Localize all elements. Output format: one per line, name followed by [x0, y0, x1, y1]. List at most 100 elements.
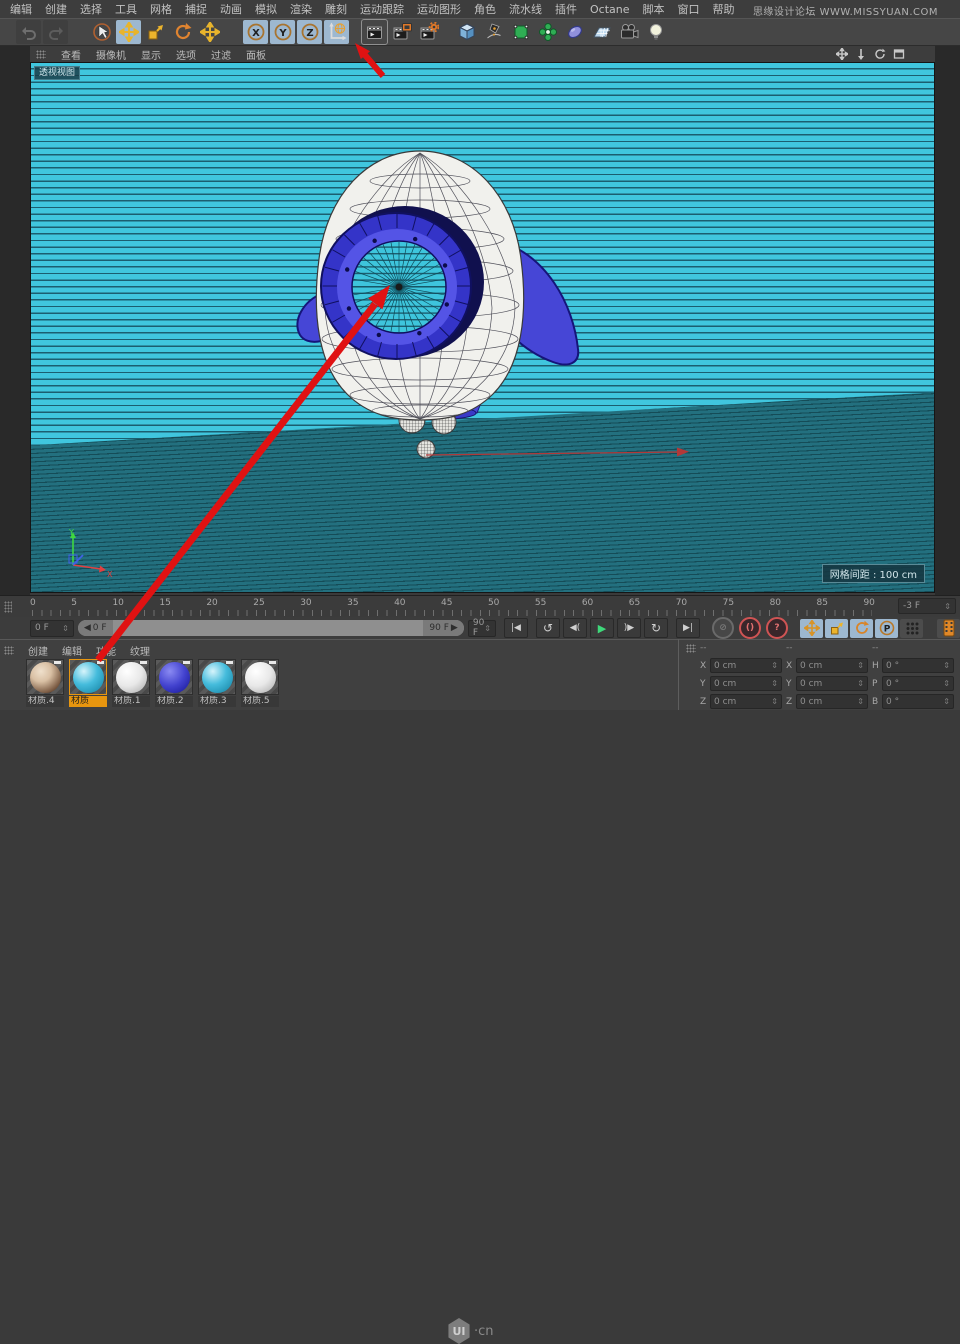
viewport-zoom-icon[interactable] — [855, 48, 867, 60]
subdivision-surface-button[interactable] — [508, 20, 533, 44]
render-view-button[interactable] — [362, 20, 387, 44]
position-y-field[interactable]: Y0 cm⇕ — [700, 676, 782, 691]
mat-menu-texture[interactable]: 纹理 — [130, 643, 150, 658]
menu-tools[interactable]: 工具 — [115, 1, 137, 17]
stepper-icon[interactable]: ⇕ — [943, 661, 950, 670]
size-y-field[interactable]: Y0 cm⇕ — [786, 676, 868, 691]
stepper-icon[interactable]: ⇕ — [771, 697, 778, 706]
material-item[interactable]: 材质.3 — [198, 659, 238, 707]
z-axis-lock[interactable]: Z — [297, 20, 322, 44]
menu-plugins[interactable]: 插件 — [555, 1, 577, 17]
goto-start-button[interactable]: |◀ — [504, 618, 528, 638]
vp-menu-cameras[interactable]: 摄像机 — [96, 47, 126, 62]
play-button[interactable]: ▶ — [590, 618, 614, 638]
material-item-selected[interactable]: 材质 — [69, 659, 109, 707]
menu-window[interactable]: 窗口 — [678, 1, 700, 17]
viewport-rotate-icon[interactable] — [874, 48, 886, 60]
size-z-field[interactable]: Z0 cm⇕ — [786, 694, 868, 709]
material-item[interactable]: 材质.5 — [241, 659, 281, 707]
add-camera-button[interactable] — [616, 20, 641, 44]
stepper-icon[interactable]: ⇕ — [944, 602, 951, 611]
stepper-icon[interactable]: ⇕ — [857, 679, 864, 688]
material-name[interactable]: 材质 — [69, 696, 107, 707]
rotation-p-field[interactable]: P0 °⇕ — [872, 676, 954, 691]
mat-menu-edit[interactable]: 编辑 — [62, 643, 82, 658]
menu-character[interactable]: 角色 — [474, 1, 496, 17]
material-name[interactable]: 材质.5 — [241, 696, 279, 707]
stepper-icon[interactable]: ⇕ — [943, 697, 950, 706]
menu-help[interactable]: 帮助 — [713, 1, 735, 17]
vp-menu-display[interactable]: 显示 — [141, 47, 161, 62]
render-settings-button[interactable] — [416, 20, 441, 44]
play-backwards-loop-button[interactable]: ↺ — [536, 618, 560, 638]
panel-grip-icon[interactable] — [686, 644, 696, 653]
viewport-pan-icon[interactable] — [836, 48, 848, 60]
add-light-button[interactable] — [643, 20, 668, 44]
live-selection-tool[interactable] — [89, 20, 114, 44]
position-x-field[interactable]: X0 cm⇕ — [700, 658, 782, 673]
goto-end-button[interactable]: ▶| — [676, 618, 700, 638]
add-floor-button[interactable] — [589, 20, 614, 44]
vp-menu-panel[interactable]: 面板 — [246, 47, 266, 62]
undo-button[interactable] — [16, 20, 41, 44]
key-rotation-toggle[interactable] — [850, 619, 873, 638]
menu-edit[interactable]: 编辑 — [10, 1, 32, 17]
range-end-grip[interactable]: 90 F▶ — [423, 620, 463, 636]
timeline-window-button[interactable] — [937, 619, 960, 638]
key-scale-toggle[interactable] — [825, 619, 848, 638]
move-tool[interactable] — [116, 20, 141, 44]
key-position-toggle[interactable] — [800, 619, 823, 638]
menu-simulate[interactable]: 模拟 — [255, 1, 277, 17]
mat-menu-function[interactable]: 功能 — [96, 643, 116, 658]
rotation-h-field[interactable]: H0 °⇕ — [872, 658, 954, 673]
last-tool-used[interactable] — [197, 20, 222, 44]
range-start-grip[interactable]: ◀0 F — [78, 620, 113, 636]
scale-tool[interactable] — [143, 20, 168, 44]
material-name[interactable]: 材质.3 — [198, 696, 236, 707]
array-generator-button[interactable] — [535, 20, 560, 44]
material-name[interactable]: 材质.2 — [155, 696, 193, 707]
stepper-icon[interactable]: ⇕ — [857, 661, 864, 670]
stepper-icon[interactable]: ⇕ — [62, 624, 69, 633]
preview-range-slider[interactable]: ◀0 F 90 F▶ — [78, 620, 464, 636]
menu-motion-tracker[interactable]: 运动跟踪 — [360, 1, 404, 17]
perspective-viewport[interactable]: Y X 透视视图 网格间距 : 100 cm — [30, 62, 935, 593]
add-primitive-cube-button[interactable] — [454, 20, 479, 44]
stepper-icon[interactable]: ⇕ — [943, 679, 950, 688]
material-name[interactable]: 材质.1 — [112, 696, 150, 707]
menu-animate[interactable]: 动画 — [220, 1, 242, 17]
material-item[interactable]: 材质.4 — [26, 659, 66, 707]
menu-octane[interactable]: Octane — [590, 3, 630, 16]
material-item[interactable]: 材质.2 — [155, 659, 195, 707]
vp-menu-view[interactable]: 查看 — [61, 47, 81, 62]
end-frame-field[interactable]: 90 F⇕ — [468, 620, 496, 637]
menu-snap[interactable]: 捕捉 — [185, 1, 207, 17]
y-axis-lock[interactable]: Y — [270, 20, 295, 44]
timeline-grip-icon[interactable] — [4, 601, 12, 613]
stepper-icon[interactable]: ⇕ — [857, 697, 864, 706]
stepper-icon[interactable]: ⇕ — [484, 624, 491, 633]
menu-render[interactable]: 渲染 — [290, 1, 312, 17]
keyframe-help-button[interactable]: ? — [766, 617, 788, 639]
rotate-tool[interactable] — [170, 20, 195, 44]
frame-offset-field[interactable]: -3 F⇕ — [898, 598, 956, 614]
menu-select[interactable]: 选择 — [80, 1, 102, 17]
rocket-model[interactable] — [31, 63, 935, 593]
next-key-button[interactable]: )▶ — [617, 618, 641, 638]
key-parameter-toggle[interactable]: P — [875, 619, 898, 638]
play-loop-button[interactable]: ↻ — [644, 618, 668, 638]
x-axis-lock[interactable]: X — [243, 20, 268, 44]
size-x-field[interactable]: X0 cm⇕ — [786, 658, 868, 673]
position-z-field[interactable]: Z0 cm⇕ — [700, 694, 782, 709]
menu-sculpt[interactable]: 雕刻 — [325, 1, 347, 17]
stepper-icon[interactable]: ⇕ — [771, 679, 778, 688]
menu-mesh[interactable]: 网格 — [150, 1, 172, 17]
previous-key-button[interactable]: ◀( — [563, 618, 587, 638]
deformer-button[interactable] — [562, 20, 587, 44]
spline-pen-button[interactable] — [481, 20, 506, 44]
stepper-icon[interactable]: ⇕ — [771, 661, 778, 670]
panel-grip-icon[interactable] — [4, 646, 14, 655]
menu-mograph[interactable]: 运动图形 — [417, 1, 461, 17]
autokey-button[interactable]: () — [739, 617, 761, 639]
keyframe-selection-button[interactable] — [900, 619, 923, 638]
